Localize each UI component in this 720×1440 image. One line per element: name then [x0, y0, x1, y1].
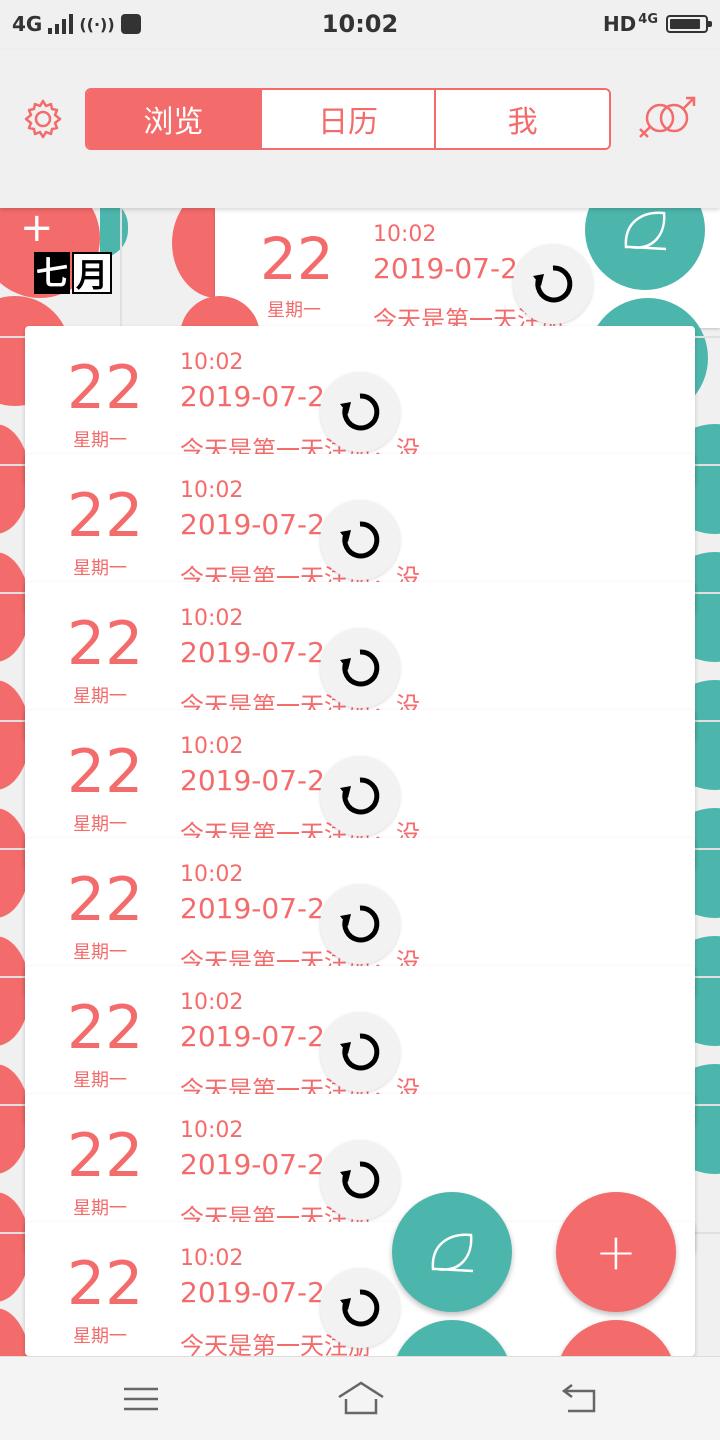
card-date: 2019-07-2	[180, 1276, 325, 1309]
status-bar: 4G ((·)) 10:02 HD 4G	[0, 0, 720, 50]
card-time: 10:02	[180, 606, 244, 631]
refresh-button[interactable]	[320, 884, 400, 964]
refresh-icon	[340, 905, 380, 943]
menu-icon[interactable]	[120, 1379, 162, 1419]
card-weekday: 星期一	[73, 1070, 127, 1091]
card-date: 2019-07-2	[180, 764, 325, 797]
gender-symbol-icon[interactable]	[636, 96, 698, 144]
refresh-button[interactable]	[320, 628, 400, 708]
refresh-icon	[340, 777, 380, 815]
app-header: 浏览 日历 我	[0, 50, 720, 208]
system-nav-bar	[0, 1356, 720, 1440]
card-weekday: 星期一	[73, 1326, 127, 1347]
tab-browse[interactable]: 浏览	[87, 90, 262, 148]
card-day: 22	[67, 865, 144, 935]
settings-gear-icon[interactable]	[22, 98, 64, 140]
plus-icon: +	[20, 208, 54, 251]
bg-circle-teal	[100, 208, 128, 258]
plus-icon: +	[595, 1223, 637, 1281]
card-day: 22	[67, 1121, 144, 1191]
refresh-icon	[340, 649, 380, 687]
card-weekday: 星期一	[73, 1198, 127, 1219]
tab-switcher: 浏览 日历 我	[85, 88, 611, 150]
card-day: 22	[67, 353, 144, 423]
refresh-icon	[340, 1161, 380, 1199]
network-right: 4G	[638, 11, 658, 27]
card-time: 10:02	[180, 734, 244, 759]
card-day: 22	[67, 481, 144, 551]
card-date: 2019-07-2	[180, 508, 325, 541]
hd-label: HD	[602, 12, 637, 36]
card-time: 10:02	[180, 1118, 244, 1143]
refresh-button[interactable]	[320, 1140, 400, 1220]
leaf-icon	[431, 1233, 474, 1273]
card-date: 2019-07-2	[180, 636, 325, 669]
refresh-icon	[340, 393, 380, 431]
card-date: 2019-07-2	[180, 892, 325, 925]
partial-date: 2019-07-2	[373, 252, 518, 285]
tab-calendar[interactable]: 日历	[261, 90, 437, 148]
card-time: 10:02	[180, 990, 244, 1015]
card-time: 10:02	[180, 478, 244, 503]
battery-icon	[666, 15, 712, 33]
card-day: 22	[67, 1249, 144, 1319]
back-icon[interactable]	[558, 1379, 600, 1419]
card-day: 22	[67, 609, 144, 679]
screen: 4G ((·)) 10:02 HD 4G + 七 月 22 星期一 10:02 …	[0, 0, 720, 1440]
refresh-button[interactable]	[320, 1268, 400, 1348]
month-label: 七 月	[34, 252, 113, 294]
refresh-icon	[533, 265, 573, 303]
card-day: 22	[67, 737, 144, 807]
card-weekday: 星期一	[73, 942, 127, 963]
bg-divider	[120, 208, 122, 328]
tab-me[interactable]: 我	[436, 90, 609, 148]
partial-day: 22	[260, 225, 334, 293]
month-char: 月	[72, 252, 113, 294]
add-fab-button[interactable]: +	[556, 1192, 676, 1312]
refresh-button[interactable]	[320, 756, 400, 836]
card-weekday: 星期一	[73, 814, 127, 835]
card-weekday: 星期一	[73, 686, 127, 707]
card-weekday: 星期一	[73, 558, 127, 579]
card-time: 10:02	[180, 1246, 244, 1271]
status-right: HD 4G	[602, 11, 712, 36]
refresh-button[interactable]	[513, 244, 593, 324]
refresh-icon	[340, 521, 380, 559]
card-time: 10:02	[180, 862, 244, 887]
card-date: 2019-07-2	[180, 380, 325, 413]
card-weekday: 星期一	[73, 430, 127, 451]
card-time: 10:02	[180, 350, 244, 375]
refresh-icon	[340, 1289, 380, 1327]
card-date: 2019-07-2	[180, 1020, 325, 1053]
card-date: 2019-07-2	[180, 1148, 325, 1181]
refresh-button[interactable]	[320, 1012, 400, 1092]
month-char: 七	[34, 252, 71, 294]
partial-time: 10:02	[373, 222, 437, 247]
leaf-icon	[624, 211, 667, 251]
home-icon[interactable]	[336, 1379, 386, 1419]
refresh-button[interactable]	[320, 372, 400, 452]
partial-weekday: 星期一	[267, 300, 321, 321]
refresh-icon	[340, 1033, 380, 1071]
refresh-button[interactable]	[320, 500, 400, 580]
leaf-fab-button[interactable]	[392, 1192, 512, 1312]
card-day: 22	[67, 993, 144, 1063]
